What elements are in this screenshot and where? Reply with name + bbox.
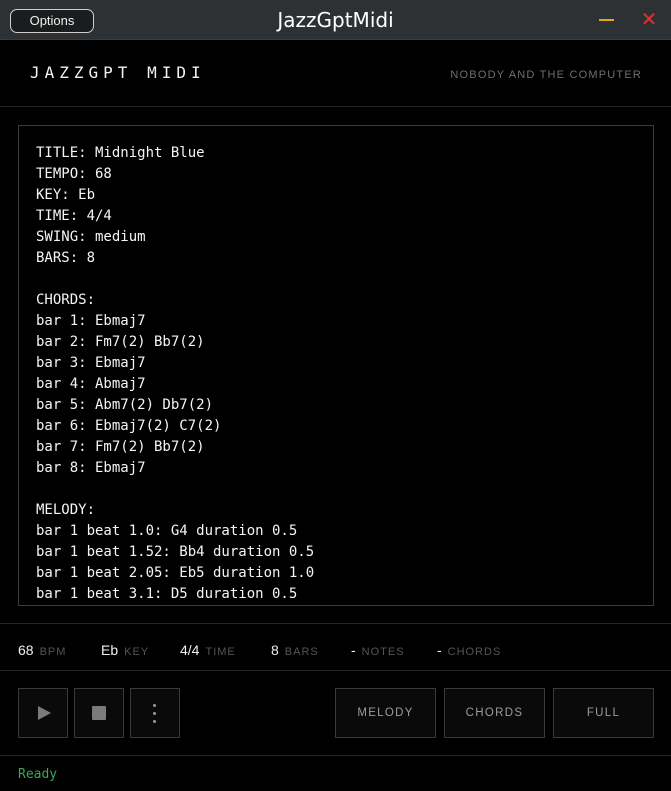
stat-bars-value: 8 — [271, 642, 279, 658]
full-button[interactable]: FULL — [553, 688, 654, 738]
editor-line: TIME: 4/4 — [36, 208, 112, 224]
chords-button[interactable]: CHORDS — [444, 688, 545, 738]
editor-line: bar 7: Fm7(2) Bb7(2) — [36, 439, 205, 455]
app-header: JAZZGPT MIDI NOBODY AND THE COMPUTER — [0, 41, 671, 107]
stat-bpm-value: 68 — [18, 642, 34, 658]
song-text-area[interactable]: TITLE: Midnight Blue TEMPO: 68 KEY: Eb TIME… — [18, 125, 654, 606]
brand-title: JAZZGPT MIDI — [30, 63, 206, 82]
stat-chords-value: - — [437, 642, 442, 658]
editor-line: bar 1 beat 1.52: Bb4 duration 0.5 — [36, 544, 315, 560]
stat-notes: - NOTES — [351, 640, 405, 659]
editor-line: bar 3: Ebmaj7 — [36, 355, 146, 371]
play-icon — [38, 706, 51, 720]
minimize-icon — [599, 19, 614, 21]
play-button[interactable] — [18, 688, 68, 738]
editor-line: bar 2: Fm7(2) Bb7(2) — [36, 334, 205, 350]
editor-line: SWING: medium — [36, 229, 146, 245]
controls-bar: MELODY CHORDS FULL — [0, 672, 671, 754]
editor-line: bar 5: Abm7(2) Db7(2) — [36, 397, 214, 413]
editor-line: bar 8: Ebmaj7 — [36, 460, 146, 476]
stat-time-label: TIME — [205, 646, 236, 658]
editor-line: bar 1 beat 1.0: G4 duration 0.5 — [36, 523, 298, 539]
stat-key: Eb KEY — [101, 640, 149, 659]
stat-bpm: 68 BPM — [18, 640, 66, 659]
more-button[interactable] — [130, 688, 180, 738]
window-title: JazzGptMidi — [277, 8, 394, 32]
stat-notes-label: NOTES — [361, 646, 405, 658]
stat-bars: 8 BARS — [271, 640, 319, 659]
stat-chords: - CHORDS — [437, 640, 501, 659]
editor-line: bar 1 beat 2.05: Eb5 duration 1.0 — [36, 565, 315, 581]
editor-line: KEY: Eb — [36, 187, 96, 203]
tagline: NOBODY AND THE COMPUTER — [450, 69, 642, 81]
stat-bars-label: BARS — [284, 646, 319, 658]
stat-notes-value: - — [351, 642, 356, 658]
minimize-button[interactable] — [598, 10, 616, 28]
stat-time: 4/4 TIME — [180, 640, 236, 659]
status-text: Ready — [18, 767, 58, 782]
song-text: TITLE: Midnight Blue TEMPO: 68 KEY: Eb TIME… — [36, 143, 314, 605]
melody-button[interactable]: MELODY — [335, 688, 436, 738]
title-bar: Options JazzGptMidi ✕ — [0, 0, 671, 40]
editor-line: MELODY: — [36, 502, 96, 518]
options-button[interactable]: Options — [10, 9, 94, 33]
editor-line: bar 1: Ebmaj7 — [36, 313, 146, 329]
stat-key-label: KEY — [124, 646, 150, 658]
editor-line: CHORDS: — [36, 292, 96, 308]
stop-icon — [92, 706, 106, 720]
editor-line: BARS: 8 — [36, 250, 96, 266]
editor-line: TEMPO: 68 — [36, 166, 112, 182]
stats-bar: 68 BPM Eb KEY 4/4 TIME 8 BARS - NOTES - CHORDS — [0, 623, 671, 671]
close-button[interactable]: ✕ — [640, 7, 658, 31]
editor-line: bar 4: Abmaj7 — [36, 376, 146, 392]
stat-key-value: Eb — [101, 642, 119, 658]
more-vertical-icon — [153, 704, 157, 728]
stat-bpm-label: BPM — [39, 646, 67, 658]
stop-button[interactable] — [74, 688, 124, 738]
stat-time-value: 4/4 — [180, 642, 200, 658]
editor-line: bar 6: Ebmaj7(2) C7(2) — [36, 418, 222, 434]
stat-chords-label: CHORDS — [447, 646, 502, 658]
close-icon: ✕ — [640, 7, 658, 31]
status-bar: Ready — [0, 755, 671, 791]
editor-line: TITLE: Midnight Blue — [36, 145, 205, 161]
editor-line: bar 1 beat 3.1: D5 duration 0.5 — [36, 586, 298, 602]
